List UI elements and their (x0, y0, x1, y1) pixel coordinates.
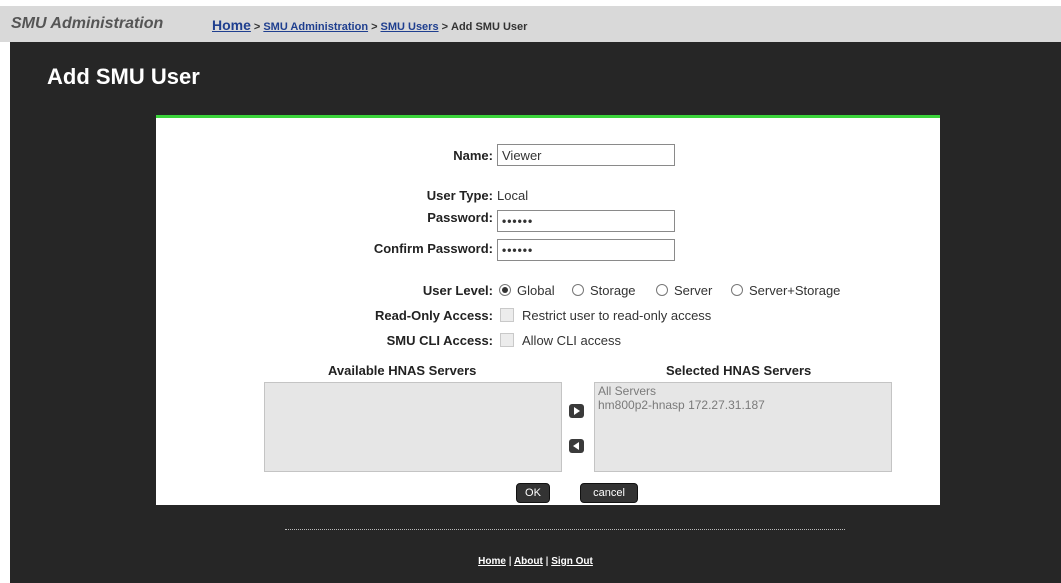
user-level-server-storage-radio[interactable] (731, 284, 743, 296)
breadcrumb-smu-administration-link[interactable]: SMU Administration (263, 21, 368, 33)
user-level-label: User Level: (422, 283, 493, 298)
footer-divider (285, 529, 845, 530)
user-type-label: User Type: (426, 188, 493, 203)
footer-separator: | (508, 556, 512, 567)
list-item[interactable]: hm800p2-hnasp 172.27.31.187 (595, 398, 891, 412)
top-bar: SMU Administration Home > SMU Administrati… (0, 0, 1061, 42)
smu-cli-access-label: SMU CLI Access: (386, 333, 493, 348)
password-input[interactable]: •••••• (497, 210, 675, 232)
breadcrumb-current: Add SMU User (451, 21, 528, 33)
breadcrumb-separator: > (371, 21, 378, 33)
app-title: SMU Administration (11, 15, 164, 32)
triangle-left-icon (573, 442, 579, 450)
cli-access-checkbox[interactable] (500, 333, 514, 347)
read-only-access-label: Read-Only Access: (374, 308, 493, 323)
name-label: Name: (453, 148, 493, 163)
move-left-button[interactable] (569, 439, 584, 453)
name-input[interactable] (497, 144, 675, 166)
footer-links: Home | About | Sign Out (10, 556, 1061, 567)
footer-home-link[interactable]: Home (478, 556, 506, 567)
user-type-value: Local (497, 188, 529, 203)
user-level-storage-label: Storage (590, 283, 636, 298)
confirm-password-label: Confirm Password: (373, 241, 493, 256)
breadcrumb-smu-users-link[interactable]: SMU Users (381, 21, 439, 33)
breadcrumb: Home > SMU Administration > SMU Users > Add SM… (212, 17, 527, 33)
read-only-checkbox[interactable] (500, 308, 514, 322)
available-servers-list[interactable] (264, 382, 562, 472)
footer-about-link[interactable]: About (514, 556, 543, 567)
read-only-text: Restrict user to read-only access (522, 308, 712, 323)
user-level-server-radio[interactable] (656, 284, 668, 296)
add-user-form-panel: Name: User Type: Local Password: •••••• … (156, 115, 940, 505)
footer-sign-out-link[interactable]: Sign Out (551, 556, 593, 567)
breadcrumb-separator: > (253, 21, 261, 33)
confirm-password-input[interactable]: •••••• (497, 239, 675, 261)
selected-servers-list[interactable]: All Servers hm800p2-hnasp 172.27.31.187 (594, 382, 892, 472)
footer-separator: | (545, 556, 549, 567)
user-level-server-storage-label: Server+Storage (749, 283, 841, 298)
main-content: Add SMU User Name: User Type: Local Pass… (10, 42, 1061, 583)
available-servers-header: Available HNAS Servers (328, 363, 477, 378)
password-label: Password: (427, 210, 493, 225)
page-title: Add SMU User (47, 64, 200, 89)
user-level-global-label: Global (517, 283, 555, 298)
breadcrumb-separator: > (441, 21, 449, 33)
selected-servers-header: Selected HNAS Servers (666, 363, 812, 378)
cli-access-text: Allow CLI access (522, 333, 621, 348)
user-level-storage-radio[interactable] (572, 284, 584, 296)
cancel-button[interactable]: cancel (580, 483, 638, 503)
triangle-right-icon (574, 407, 580, 415)
user-level-global-radio[interactable] (499, 284, 511, 296)
ok-button[interactable]: OK (516, 483, 550, 503)
user-level-server-label: Server (674, 283, 713, 298)
breadcrumb-home-link[interactable]: Home (212, 17, 251, 33)
move-right-button[interactable] (569, 404, 584, 418)
form-body: Name: User Type: Local Password: •••••• … (156, 118, 940, 503)
list-item[interactable]: All Servers (595, 384, 891, 398)
